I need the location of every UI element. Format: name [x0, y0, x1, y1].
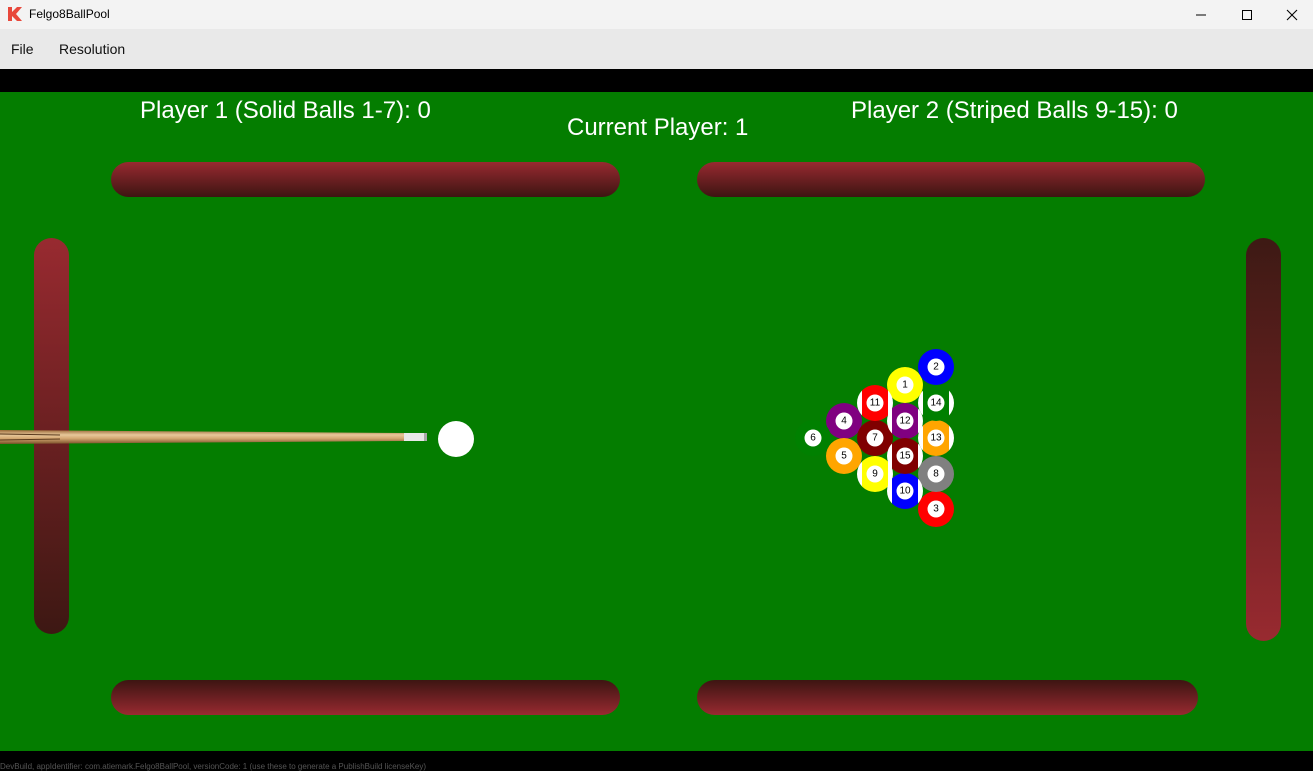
close-icon [1286, 9, 1298, 21]
rail-bottom-right [697, 680, 1198, 715]
ball-number-label: 2 [927, 358, 945, 376]
ball-2[interactable]: 2 [918, 349, 954, 385]
ball-3[interactable]: 3 [918, 491, 954, 527]
build-info: DevBuild, appIdentifier: com.atiemark.Fe… [0, 762, 427, 771]
ball-13[interactable]: 13 [918, 420, 954, 456]
player2-score: Player 2 (Striped Balls 9-15): 0 [851, 97, 1178, 124]
ball-14[interactable]: 14 [918, 385, 954, 421]
ball-number-label: 9 [866, 465, 884, 483]
menu-file[interactable]: File [11, 41, 34, 57]
title-bar: Felgo8BallPool [0, 0, 1313, 29]
ball-8[interactable]: 8 [918, 456, 954, 492]
rail-right [1246, 238, 1281, 641]
top-letterbox [0, 69, 1313, 92]
ball-6[interactable]: 6 [795, 420, 831, 456]
minimize-icon [1196, 14, 1206, 16]
rail-top-left [111, 162, 620, 197]
maximize-button[interactable] [1224, 0, 1270, 29]
footer-bar: DevBuild, appIdentifier: com.atiemark.Fe… [0, 751, 1313, 771]
menu-bar: File Resolution [0, 29, 1313, 69]
ball-number-label: 8 [927, 465, 945, 483]
ball-number-label: 4 [835, 412, 853, 430]
menu-resolution[interactable]: Resolution [59, 41, 125, 57]
ball-number-label: 11 [866, 394, 884, 412]
ball-number-label: 13 [927, 429, 945, 447]
player1-score: Player 1 (Solid Balls 1-7): 0 [140, 97, 431, 124]
cue-stick[interactable] [0, 428, 428, 446]
ball-number-label: 6 [804, 429, 822, 447]
ball-number-label: 3 [927, 500, 945, 518]
window-title: Felgo8BallPool [29, 7, 110, 21]
ball-number-label: 10 [896, 482, 914, 500]
ball-15[interactable]: 15 [887, 438, 923, 474]
maximize-icon [1242, 10, 1252, 20]
close-button[interactable] [1269, 0, 1313, 29]
current-player: Current Player: 1 [567, 114, 749, 141]
ball-number-label: 7 [866, 429, 884, 447]
rail-bottom-left [111, 680, 620, 715]
ball-number-label: 1 [896, 376, 914, 394]
ball-number-label: 15 [896, 447, 914, 465]
ball-number-label: 5 [835, 447, 853, 465]
cue-ball[interactable] [438, 421, 474, 457]
pool-table[interactable]: Player 1 (Solid Balls 1-7): 0 Player 2 (… [0, 92, 1313, 751]
ball-number-label: 12 [896, 412, 914, 430]
app-logo-icon [8, 7, 22, 21]
ball-number-label: 14 [927, 394, 945, 412]
minimize-button[interactable] [1178, 0, 1224, 29]
ball-10[interactable]: 10 [887, 473, 923, 509]
rail-top-right [697, 162, 1205, 197]
